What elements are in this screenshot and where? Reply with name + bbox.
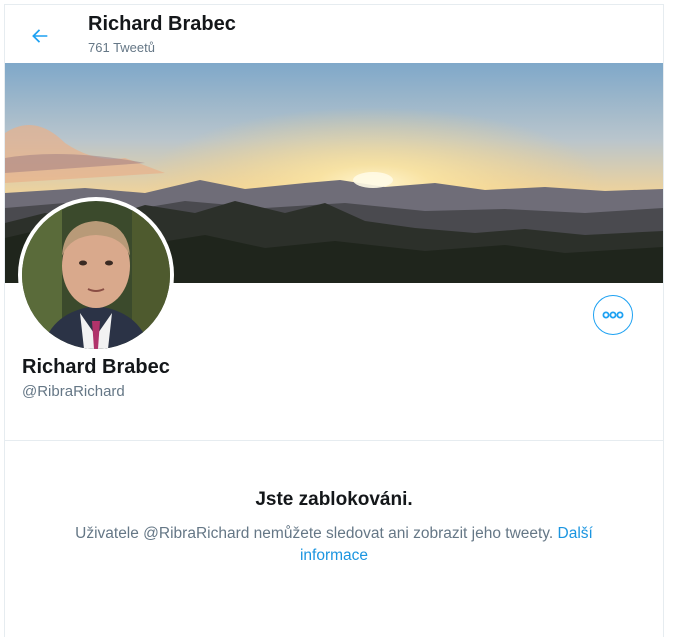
back-button[interactable] [23, 19, 57, 53]
divider [5, 440, 663, 441]
more-horizontal-icon [602, 311, 624, 319]
header-title: Richard Brabec [88, 13, 236, 35]
profile-header: Richard Brabec 761 Tweetů [5, 5, 663, 63]
avatar-ring [18, 197, 174, 353]
arrow-left-icon [32, 29, 48, 43]
blocked-title: Jste zablokováni. [255, 489, 413, 510]
profile-column: Richard Brabec 761 Tweetů Richard Brabec… [4, 4, 664, 637]
blocked-message: Uživatele @RibraRichard nemůžete sledova… [45, 523, 623, 567]
blocked-message-text: Uživatele @RibraRichard nemůžete sledova… [75, 525, 554, 542]
more-options-button[interactable] [593, 295, 633, 335]
profile-name: Richard Brabec [22, 356, 170, 378]
tweet-count: 761 Tweetů [88, 40, 155, 55]
avatar[interactable] [22, 201, 170, 349]
profile-handle: @RibraRichard [22, 383, 125, 400]
